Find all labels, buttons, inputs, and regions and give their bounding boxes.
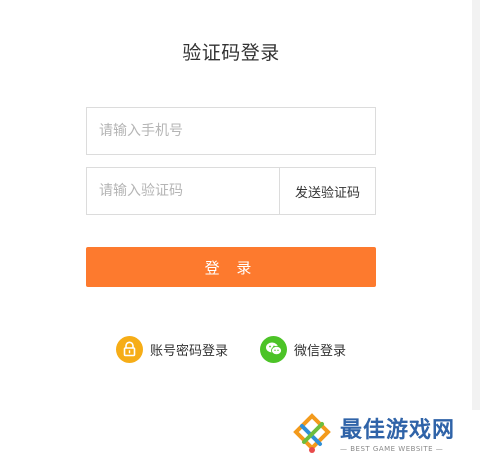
verification-code-field[interactable]: 发送验证码 <box>86 167 376 215</box>
verification-code-input[interactable] <box>87 168 280 214</box>
site-logo-icon <box>290 412 334 460</box>
phone-input[interactable] <box>87 108 375 154</box>
lock-icon <box>116 335 143 363</box>
page-title: 验证码登录 <box>182 42 280 64</box>
site-watermark: 最佳游戏网 — BEST GAME WEBSITE — <box>290 410 480 461</box>
account-login-label: 账号密码登录 <box>150 343 229 359</box>
watermark-title: 最佳游戏网 <box>340 417 456 443</box>
side-scroll-area <box>472 0 480 410</box>
send-code-button[interactable]: 发送验证码 <box>279 168 375 214</box>
account-password-login-link[interactable]: 账号密码登录 <box>116 335 228 363</box>
wechat-login-label: 微信登录 <box>294 343 347 359</box>
login-button[interactable]: 登 录 <box>86 247 376 287</box>
watermark-subtitle: — BEST GAME WEBSITE — <box>340 444 444 453</box>
phone-field[interactable] <box>86 107 376 155</box>
wechat-login-link[interactable]: 微信登录 <box>260 335 346 363</box>
wechat-icon <box>260 335 287 363</box>
